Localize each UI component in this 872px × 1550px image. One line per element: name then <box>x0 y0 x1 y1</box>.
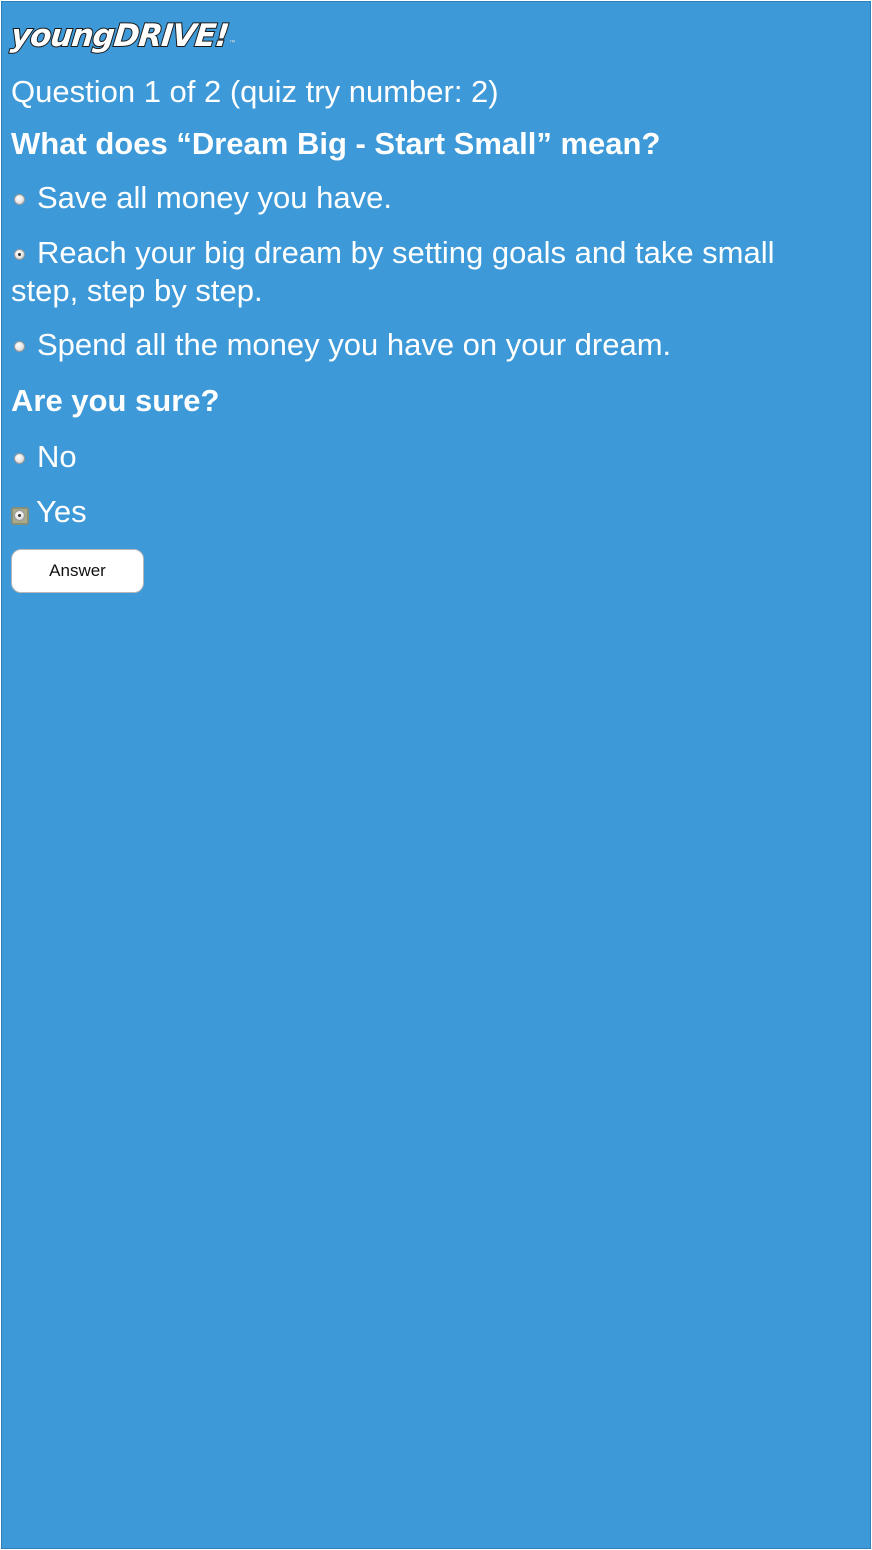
radio-icon[interactable] <box>14 194 25 205</box>
question-text: What does “Dream Big - Start Small” mean… <box>11 126 661 161</box>
answer-button[interactable]: Answer <box>11 549 144 593</box>
confirm-option-no[interactable]: No <box>11 438 831 476</box>
radio-focus-ring[interactable] <box>11 507 29 525</box>
answer-option-2[interactable]: Reach your big dream by setting goals an… <box>11 234 831 310</box>
answer-option-label: Save all money you have. <box>37 180 392 215</box>
confirm-title: Are you sure? <box>11 383 220 418</box>
youngdrive-logo: youngDRIVE! ™ <box>8 8 236 55</box>
radio-icon-selected[interactable] <box>14 510 25 521</box>
radio-icon-selected[interactable] <box>14 249 25 260</box>
answer-option-label: Spend all the money you have on your dre… <box>37 327 672 362</box>
radio-icon[interactable] <box>14 453 25 464</box>
confirm-option-label: Yes <box>36 494 87 529</box>
radio-icon[interactable] <box>14 341 25 352</box>
quiz-progress: Question 1 of 2 (quiz try number: 2) <box>11 74 499 109</box>
answer-option-label: Reach your big dream by setting goals an… <box>11 235 775 308</box>
answer-option-1[interactable]: Save all money you have. <box>11 179 831 217</box>
confirm-option-yes[interactable]: Yes <box>11 493 831 531</box>
answer-option-3[interactable]: Spend all the money you have on your dre… <box>11 326 831 364</box>
logo-text: youngDRIVE! <box>8 17 231 55</box>
quiz-page: youngDRIVE! ™ Question 1 of 2 (quiz try … <box>1 1 871 1549</box>
confirm-option-label: No <box>37 439 77 474</box>
logo-trademark: ™ <box>229 40 236 46</box>
